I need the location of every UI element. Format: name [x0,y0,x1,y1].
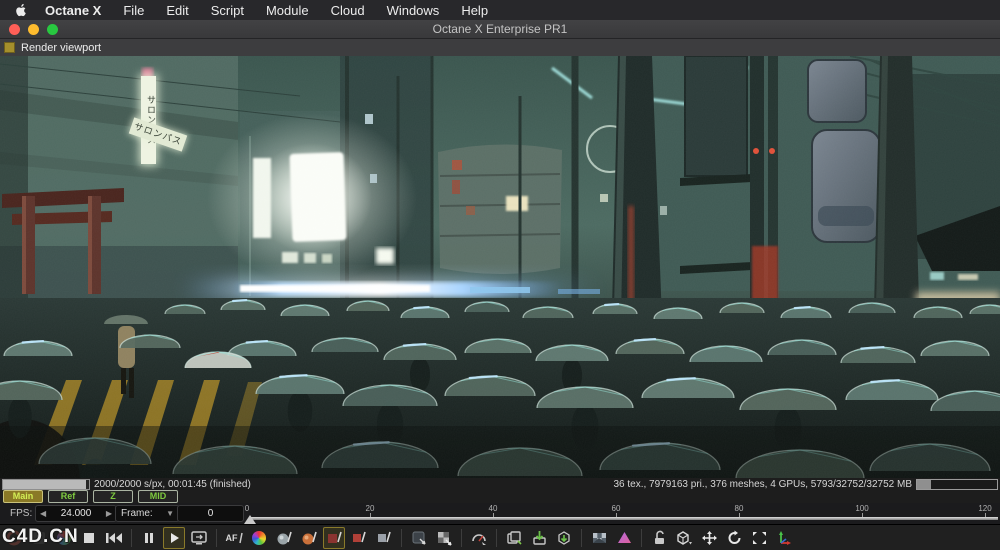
window-title-bar: Octane X Enterprise PR1 [0,20,1000,39]
timeline-playhead[interactable] [244,515,256,524]
menu-file[interactable]: File [123,3,144,18]
axis-gizmo-icon[interactable] [773,527,795,549]
octane-logo-icon[interactable] [3,527,25,549]
copy-image-icon[interactable] [503,527,525,549]
menu-script[interactable]: Script [211,3,244,18]
viewport-tab-icon [4,42,15,53]
spectrum-icon[interactable] [613,527,635,549]
pause-render-icon[interactable] [138,527,160,549]
rgb-sphere-icon[interactable] [53,527,75,549]
material-picker-icon[interactable] [273,527,295,549]
rotate-icon[interactable] [723,527,745,549]
white-balance-picker-icon[interactable] [248,527,270,549]
pass-mid-button[interactable]: MID [138,490,178,503]
timeline-track[interactable] [250,517,998,520]
menu-cloud[interactable]: Cloud [331,3,365,18]
render-viewport-canvas[interactable]: サロンパス サロンパス [0,56,1000,478]
menu-app-name[interactable]: Octane X [45,3,101,18]
tick-60: 60 [611,504,621,513]
pass-ref-button[interactable]: Ref [48,490,88,503]
tick-100: 100 [855,504,869,513]
window-title: Octane X Enterprise PR1 [432,22,568,36]
play-render-icon[interactable] [163,526,185,549]
tick-120: 120 [978,504,992,513]
octane-x-window: { "menu_bar": { "app_name": "Octane X", … [0,0,1000,550]
save-image-icon[interactable] [528,527,550,549]
pass-main-button[interactable]: Main [3,490,43,503]
object-picker-icon[interactable] [323,526,345,549]
lock-resolution-icon[interactable] [648,527,670,549]
svg-text:$: $ [37,534,42,543]
stop-render-icon[interactable] [78,527,100,549]
alpha-region-icon[interactable] [433,527,455,549]
scene-stats-text: 36 tex., 7979163 pri., 376 meshes, 4 GPU… [613,478,912,490]
tick-0: 0 [244,504,250,513]
render-status-bar: 2000/2000 s/px, 00:01:45 (finished) 36 t… [0,478,1000,490]
camera-mode-icon[interactable] [673,527,695,549]
gpu-memory-bar [916,478,998,490]
menu-edit[interactable]: Edit [166,3,188,18]
render-pass-bar: Main Ref Z MID [0,490,1000,503]
emitter-picker-icon[interactable] [298,527,320,549]
priority-gauge-icon[interactable] [468,527,490,549]
render-progress-text: 2000/2000 s/px, 00:01:45 (finished) [94,478,251,490]
render-progress-bar [2,478,90,490]
refresh-viewport-icon[interactable] [188,527,210,549]
zoom-fit-icon[interactable] [748,527,770,549]
tick-80: 80 [734,504,744,513]
menu-windows[interactable]: Windows [387,3,440,18]
menu-module[interactable]: Module [266,3,309,18]
dollar-box-icon[interactable]: $ [28,527,50,549]
tick-40: 40 [488,504,498,513]
pan-icon[interactable] [698,527,720,549]
macos-menu-bar: Octane X File Edit Script Module Cloud W… [0,0,1000,20]
export-image-icon[interactable] [553,527,575,549]
viewport-tab-label[interactable]: Render viewport [21,42,101,54]
viewport-tab-strip: Render viewport [0,39,1000,56]
region-render-icon[interactable] [408,527,430,549]
focus-picker-icon[interactable]: AF [223,527,245,549]
timeline-ruler[interactable]: 0 20 40 60 80 100 120 [0,503,1000,524]
timeline-bar: FPS: ◀ 24.000 ▶ Frame: ▼ 0 0 20 40 60 80… [0,503,1000,524]
apple-logo-icon[interactable] [14,3,29,18]
restart-render-icon[interactable] [103,527,125,549]
viewport-toolbar: $ AF [0,524,1000,550]
background-toggle-icon[interactable] [588,527,610,549]
menu-help[interactable]: Help [461,3,488,18]
gray-material-icon[interactable] [373,527,395,549]
red-material-icon[interactable] [348,527,370,549]
pass-z-button[interactable]: Z [93,490,133,503]
tick-20: 20 [365,504,375,513]
